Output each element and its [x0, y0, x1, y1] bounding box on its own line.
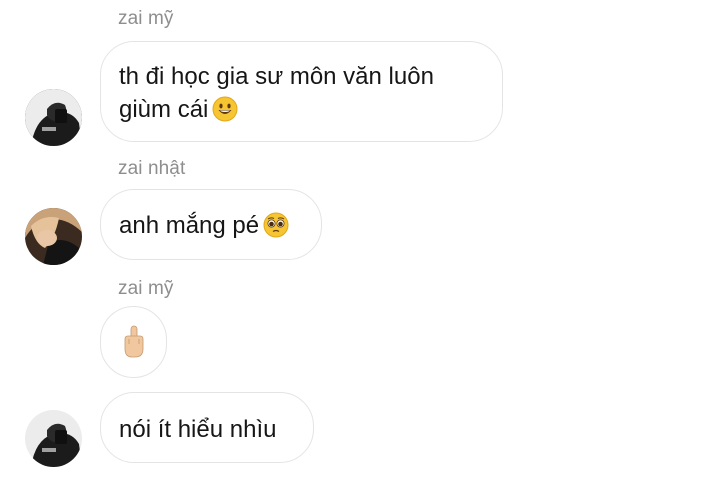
avatar[interactable] [25, 410, 82, 467]
message-bubble[interactable]: nói ít hiểu nhìu [100, 392, 314, 463]
sender-name: zai nhật [118, 158, 186, 179]
avatar-photo [25, 410, 82, 467]
grinning-face-icon [212, 96, 238, 131]
message-text: anh mắng pé [119, 212, 260, 239]
avatar-photo [25, 208, 82, 265]
avatar-photo [25, 89, 82, 146]
message-bubble[interactable]: th đi học gia sư môn văn luôn giùm cái [100, 41, 503, 142]
avatar[interactable] [25, 89, 82, 146]
sender-name: zai mỹ [118, 8, 174, 29]
middle-finger-icon [121, 325, 147, 368]
sender-name: zai mỹ [118, 278, 174, 299]
message-bubble[interactable]: anh mắng pé [100, 189, 322, 260]
message-bubble[interactable] [100, 306, 167, 378]
pleading-face-icon [263, 212, 289, 247]
message-text: nói ít hiểu nhìu [119, 416, 277, 443]
message-text: th đi học gia sư môn văn luôn giùm cái [119, 63, 434, 123]
avatar[interactable] [25, 208, 82, 265]
